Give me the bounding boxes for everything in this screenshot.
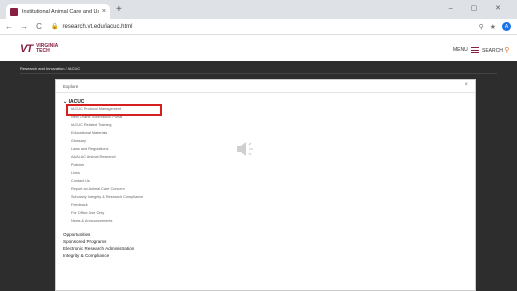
list-item[interactable]: AAALAC Animal Research xyxy=(71,155,116,159)
nav-item[interactable]: Electronic Research Administration xyxy=(63,246,134,251)
list-item[interactable]: Laws and Regulations xyxy=(71,147,108,151)
vt-logo-mark: VT xyxy=(20,43,33,55)
close-icon[interactable]: × xyxy=(464,82,468,88)
new-tab-button[interactable]: + xyxy=(116,5,122,15)
site-header: VT VIRGINIA TECH MENU SEARCH ⚲ xyxy=(0,39,517,61)
divider xyxy=(20,73,497,74)
list-item[interactable]: Links xyxy=(71,171,80,175)
speaker-loading-icon xyxy=(237,142,253,156)
zoom-icon[interactable]: ⚲ xyxy=(479,23,484,31)
tab-title: Institutional Animal Care and Us xyxy=(22,8,99,15)
search-button[interactable]: SEARCH ⚲ xyxy=(482,46,509,54)
list-item[interactable]: Educational Materials xyxy=(71,131,107,135)
breadcrumb: Research and Innovation / IACUC xyxy=(20,66,81,71)
list-item[interactable]: Feedback xyxy=(71,203,88,207)
list-item[interactable]: For Office Use Only xyxy=(71,211,104,215)
url-text: research.vt.edu/iacuc.html xyxy=(62,23,133,30)
search-label: SEARCH xyxy=(482,48,503,54)
address-bar[interactable]: 🔒 research.vt.edu/iacuc.html xyxy=(51,21,479,32)
vt-logo[interactable]: VT VIRGINIA TECH xyxy=(20,43,58,55)
explore-title: Explore xyxy=(63,84,79,89)
nav-item[interactable]: Opportunities xyxy=(63,232,90,237)
tab-close-icon[interactable]: × xyxy=(102,8,106,15)
reload-button[interactable]: C xyxy=(33,22,45,31)
nav-item[interactable]: Integrity & Compliance xyxy=(63,253,109,258)
profile-avatar[interactable]: A xyxy=(502,22,511,31)
menu-button[interactable]: MENU xyxy=(453,47,479,53)
browser-tab[interactable]: Institutional Animal Care and Us × xyxy=(6,4,110,19)
list-item[interactable]: Report an Animal Care Concern xyxy=(71,187,125,191)
list-item[interactable]: Contact Us xyxy=(71,179,90,183)
browser-toolbar: ← → C 🔒 research.vt.edu/iacuc.html ⚲ ★ A xyxy=(0,19,517,35)
lock-icon: 🔒 xyxy=(51,24,59,30)
back-button[interactable]: ← xyxy=(3,22,15,31)
highlight-box xyxy=(66,104,162,116)
browser-tabstrip: Institutional Animal Care and Us × + – ▢… xyxy=(0,0,517,19)
list-item[interactable]: News & Announcements xyxy=(71,219,112,223)
vt-favicon-icon xyxy=(10,7,18,16)
list-item[interactable]: IACUC Related Training xyxy=(71,123,112,127)
list-item[interactable]: Policies xyxy=(71,163,84,167)
list-item[interactable]: Scholarly Integrity & Research Complianc… xyxy=(71,195,143,199)
forward-button[interactable]: → xyxy=(18,22,30,31)
list-item[interactable]: Glossary xyxy=(71,139,86,143)
explore-panel-header: Explore × xyxy=(56,80,475,93)
hamburger-icon xyxy=(470,47,479,53)
bookmark-star-icon[interactable]: ★ xyxy=(490,23,496,31)
search-icon: ⚲ xyxy=(504,47,510,54)
menu-label: MENU xyxy=(453,47,468,53)
window-controls[interactable]: – ▢ ✕ xyxy=(449,4,509,12)
logo-line-2: TECH xyxy=(36,48,50,54)
vt-logo-wordmark: VIRGINIA TECH xyxy=(36,44,58,54)
nav-item[interactable]: Sponsored Programs xyxy=(63,239,106,244)
